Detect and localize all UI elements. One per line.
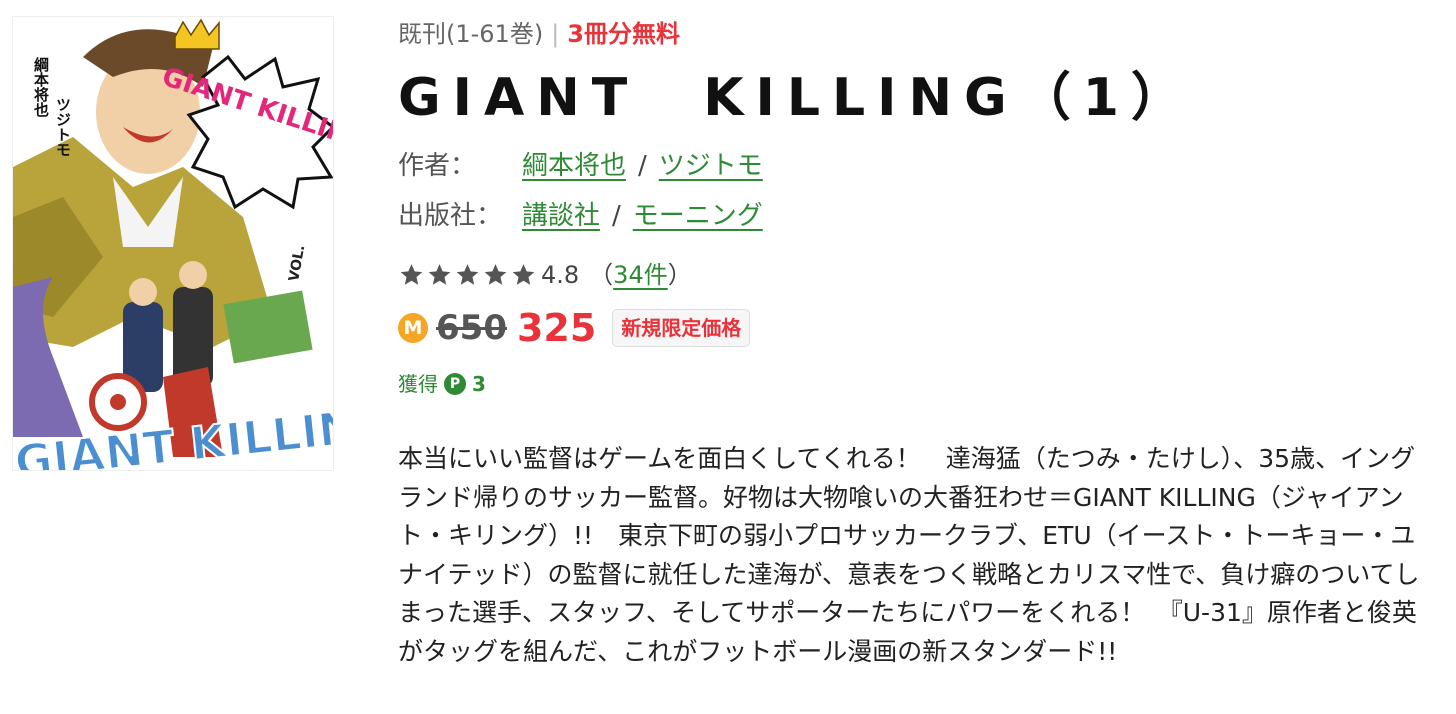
points-icon: P — [444, 373, 466, 395]
author-link-tsunamoto[interactable]: 綱本将也 — [522, 151, 626, 181]
author-link-tsujitomo[interactable]: ツジトモ — [659, 151, 763, 181]
star-icon — [428, 264, 451, 285]
publisher-label: 出版社： — [398, 201, 503, 231]
rating-value: 4.8 — [541, 261, 580, 289]
page-title: GIANT KILLING（1） — [398, 68, 1195, 128]
publisher-separator: / — [612, 201, 621, 231]
cover-image[interactable]: GIANT KILLING VOL. GIANT KILLING 綱本将也 ツジ… — [12, 16, 334, 471]
publisher-row: 出版社： 講談社 / モーニング — [398, 198, 763, 234]
rating-row: 4.8 （34件） — [398, 258, 692, 292]
author-row: 作者： 綱本将也 / ツジトモ — [398, 148, 763, 184]
author-separator: / — [638, 151, 647, 181]
rating-stars — [398, 262, 537, 288]
author-label: 作者： — [398, 151, 477, 181]
review-close-paren: ） — [667, 261, 692, 289]
coin-icon: M — [398, 313, 428, 343]
sale-price: 325 — [516, 306, 597, 350]
original-price: 650 — [436, 308, 507, 348]
free-volumes-badge: 3冊分無料 — [567, 20, 680, 48]
product-page: GIANT KILLING VOL. GIANT KILLING 綱本将也 ツジ… — [0, 0, 1456, 714]
star-icon — [512, 264, 535, 285]
star-icon — [456, 264, 479, 285]
points-value: 3 — [472, 372, 486, 396]
product-description: 本当にいい監督はゲームを面白くしてくれる！ 達海猛（たつみ・たけし）、35歳、イ… — [398, 444, 1420, 666]
publisher-link-kodansha[interactable]: 講談社 — [522, 201, 600, 231]
points-label: 獲得 — [398, 372, 438, 396]
cover-author-1: 綱本将也 — [32, 56, 50, 117]
review-open-paren: （ — [589, 261, 614, 289]
meta-separator: | — [551, 20, 560, 48]
star-icon — [484, 264, 507, 285]
price-row: M 650 325 新規限定価格 — [398, 306, 751, 350]
cover-illustration: GIANT KILLING VOL. GIANT KILLING 綱本将也 ツジ… — [13, 17, 333, 470]
new-user-price-badge: 新規限定価格 — [612, 309, 751, 347]
cover-author-2: ツジトモ — [54, 97, 72, 157]
star-icon — [400, 264, 423, 285]
label-link-morning[interactable]: モーニング — [633, 201, 763, 231]
review-count-link[interactable]: 34件 — [613, 258, 668, 292]
volume-range[interactable]: 既刊(1-61巻) — [398, 20, 543, 48]
points-row: 獲得 P 3 — [398, 370, 486, 398]
series-meta: 既刊(1-61巻) | 3冊分無料 — [398, 17, 680, 51]
